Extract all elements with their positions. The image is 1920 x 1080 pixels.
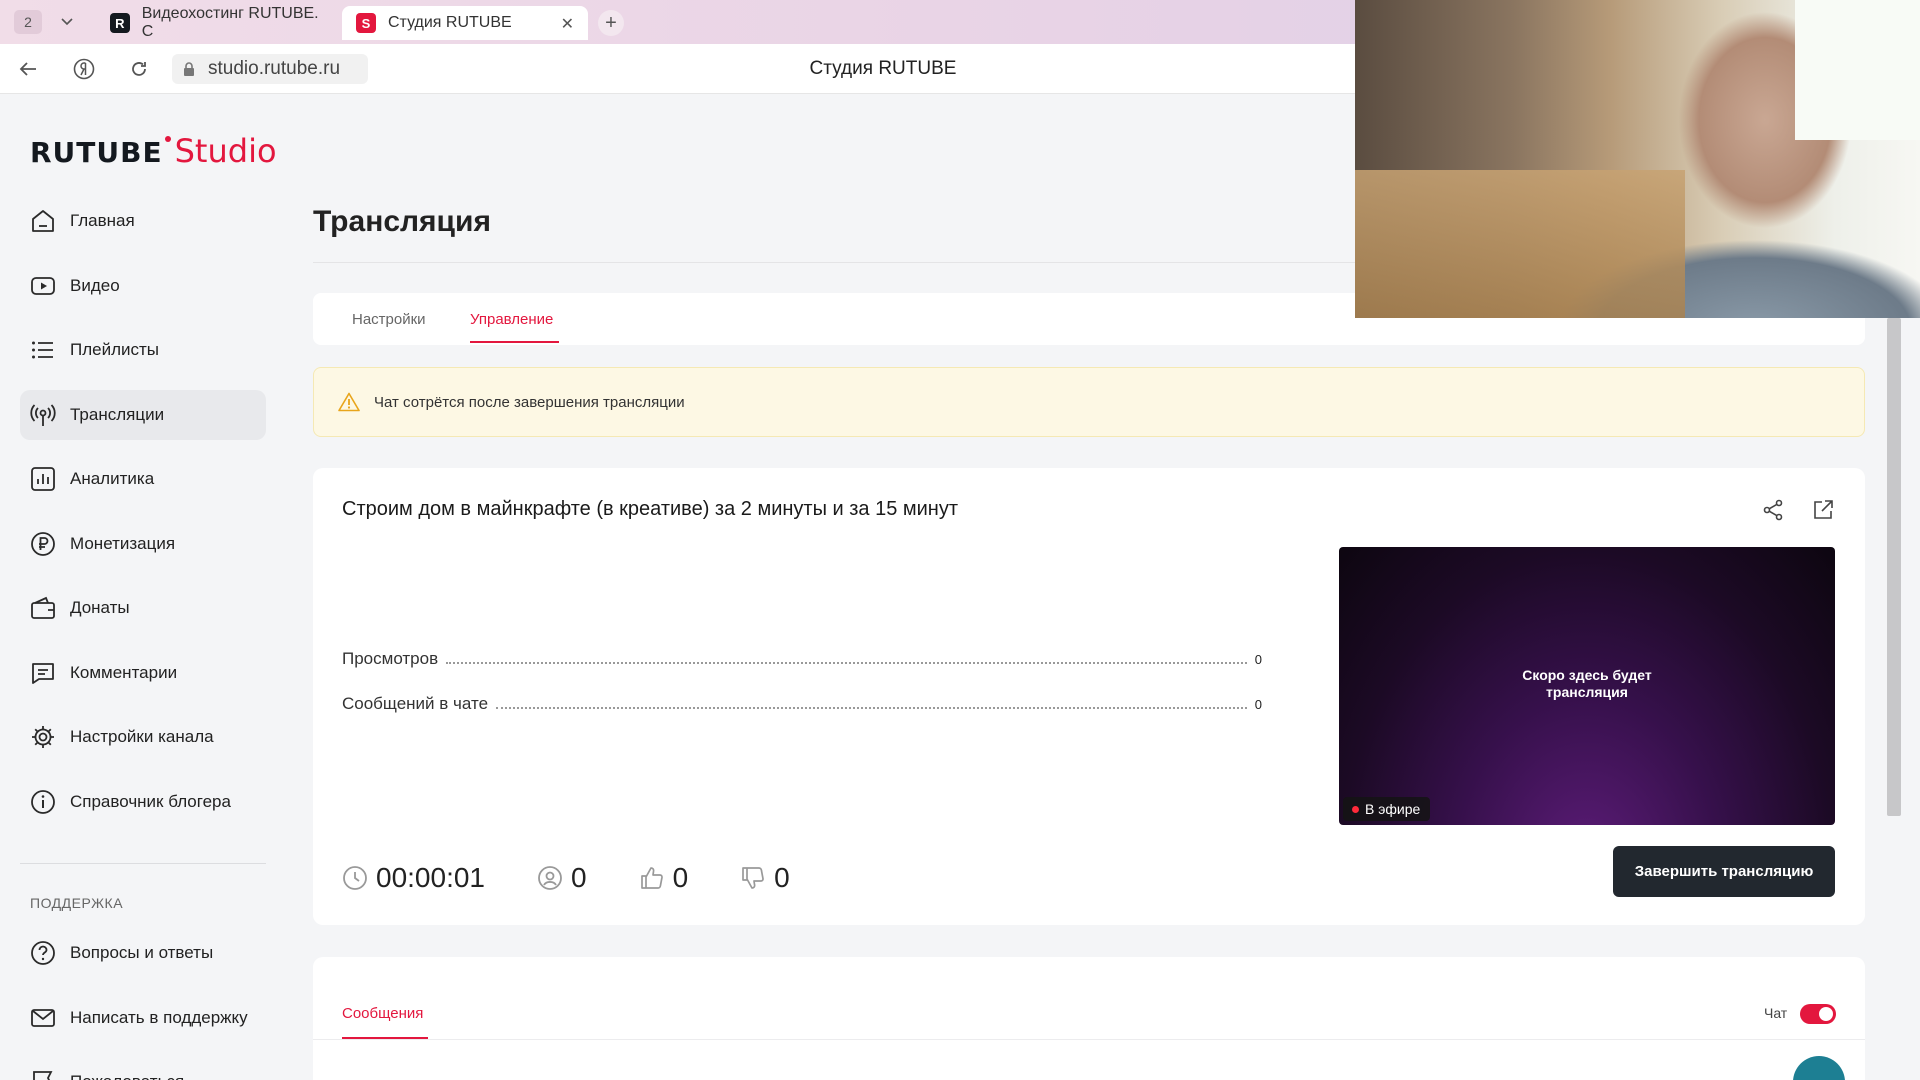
sidebar-item-label: Комментарии: [70, 662, 178, 682]
close-icon[interactable]: ✕: [561, 14, 574, 34]
sidebar-item-label: Трансляции: [70, 404, 165, 424]
tab-settings[interactable]: Настройки: [352, 311, 426, 328]
info-icon: [30, 789, 56, 815]
sidebar-item-home[interactable]: Главная: [20, 196, 266, 246]
studio-favicon-icon: S: [356, 13, 376, 33]
chat-toggle-label: Чат: [1764, 1005, 1788, 1021]
playlist-icon: [30, 337, 56, 363]
tab-label: Видеохостинг RUTUBE. С: [141, 5, 319, 40]
broadcast-icon: [30, 402, 56, 428]
webcam-overlay: [1355, 0, 1920, 318]
sidebar-item-label: Главная: [70, 211, 135, 230]
stat-value: 0: [1254, 652, 1262, 667]
question-icon: [30, 940, 56, 966]
sidebar-nav: Главная Видео Плейлисты Трансляции Анали…: [20, 196, 266, 841]
likes-counter: 0: [639, 862, 688, 894]
stream-title: Строим дом в майнкрафте (в креативе) за …: [342, 498, 959, 520]
sidebar-item-channel-settings[interactable]: Настройки канала: [20, 712, 266, 762]
logo-dot: [164, 136, 171, 142]
rutube-studio-logo[interactable]: RUTUBE Studio: [30, 132, 277, 170]
share-icon[interactable]: [1761, 498, 1785, 527]
gear-icon: [30, 724, 56, 750]
tab-label: Студия RUTUBE: [388, 14, 512, 31]
sidebar-item-label: Плейлисты: [70, 340, 160, 359]
thumbs-up-icon: [639, 865, 665, 891]
page-title: Трансляция: [313, 205, 491, 238]
tab-messages[interactable]: Сообщения: [342, 1005, 423, 1022]
duration-counter: 00:00:01: [342, 862, 485, 894]
chat-warning-alert: Чат сотрётся после завершения трансляции: [313, 367, 1865, 437]
stat-chat-messages: Сообщений в чате 0: [342, 694, 1262, 714]
mail-icon: [30, 1005, 56, 1031]
flag-icon: [30, 1069, 56, 1080]
sidebar-item-broadcasts[interactable]: Трансляции: [20, 389, 266, 440]
comment-icon: [30, 660, 56, 686]
sidebar-item-comments[interactable]: Комментарии: [20, 648, 266, 698]
sidebar-item-label: Видео: [70, 275, 120, 295]
logo-part-rutube: RUTUBE: [30, 136, 163, 169]
sidebar-item-faq[interactable]: Вопросы и ответы: [20, 928, 266, 978]
support-heading: ПОДДЕРЖКА: [30, 895, 124, 911]
stream-preview[interactable]: Скоро здесь будет трансляция В эфире: [1339, 547, 1835, 825]
stat-views: Просмотров 0: [342, 649, 1262, 669]
sidebar-item-write-support[interactable]: Написать в поддержку: [20, 993, 266, 1043]
live-dot-icon: [1352, 806, 1359, 813]
analytics-icon: [30, 466, 56, 492]
chevron-down-icon[interactable]: [54, 10, 80, 34]
live-counters: 00:00:01 0 0 0: [342, 862, 842, 894]
warning-icon: [338, 392, 360, 412]
webcam-window-light: [1795, 0, 1920, 140]
sidebar-item-playlists[interactable]: Плейлисты: [20, 325, 266, 375]
external-link-icon[interactable]: [1811, 498, 1835, 527]
live-badge: В эфире: [1343, 797, 1431, 821]
viewer-icon: [537, 865, 563, 891]
stream-card: Строим дом в майнкрафте (в креативе) за …: [313, 468, 1865, 925]
webcam-background: [1355, 170, 1685, 318]
sidebar-item-label: Аналитика: [70, 469, 155, 488]
sidebar-item-analytics[interactable]: Аналитика: [20, 454, 266, 504]
browser-tab-rutube[interactable]: R Видеохостинг RUTUBE. С: [100, 5, 332, 40]
tab-count-badge[interactable]: 2: [14, 10, 42, 34]
preview-placeholder: Скоро здесь будет трансляция: [1522, 667, 1652, 700]
video-icon: [30, 273, 56, 299]
tab-management[interactable]: Управление: [470, 311, 553, 328]
ruble-icon: [30, 531, 56, 557]
sidebar-item-label: Монетизация: [70, 533, 176, 553]
sidebar-item-label: Пожаловаться: [70, 1072, 184, 1080]
sidebar-item-label: Донаты: [70, 598, 130, 617]
chat-divider: [313, 1039, 1865, 1040]
alert-text: Чат сотрётся после завершения трансляции: [374, 393, 685, 411]
sidebar-item-donations[interactable]: Донаты: [20, 583, 266, 633]
new-tab-button[interactable]: +: [598, 10, 624, 36]
stat-label: Просмотров: [342, 649, 439, 668]
sidebar-item-label: Написать в поддержку: [70, 1007, 248, 1027]
sidebar-item-label: Вопросы и ответы: [70, 943, 214, 962]
rutube-favicon-icon: R: [110, 13, 130, 33]
sidebar-item-monetization[interactable]: Монетизация: [20, 519, 266, 569]
chat-card: Сообщения Чат: [313, 957, 1865, 1080]
sidebar-divider: [20, 863, 266, 864]
clock-icon: [342, 865, 368, 891]
scrollbar[interactable]: [1887, 318, 1901, 816]
stat-label: Сообщений в чате: [342, 694, 489, 713]
end-stream-button[interactable]: Завершить трансляцию: [1613, 846, 1835, 897]
wallet-icon: [30, 595, 56, 621]
dislikes-counter: 0: [740, 862, 790, 894]
thumbs-down-icon: [740, 865, 766, 891]
browser-tab-studio[interactable]: S Студия RUTUBE ✕: [342, 6, 588, 40]
sidebar-item-video[interactable]: Видео: [20, 261, 266, 311]
viewers-counter: 0: [537, 862, 587, 894]
chat-toggle[interactable]: [1800, 1004, 1836, 1024]
sidebar-item-report[interactable]: Пожаловаться: [20, 1057, 266, 1080]
sidebar-item-blogger-guide[interactable]: Справочник блогера: [20, 777, 266, 827]
sidebar-item-label: Настройки канала: [70, 727, 214, 746]
tab-underline: [470, 341, 559, 343]
home-icon: [30, 208, 56, 234]
logo-part-studio: Studio: [174, 132, 277, 170]
sidebar-item-label: Справочник блогера: [70, 791, 231, 811]
stat-value: 0: [1254, 697, 1262, 712]
support-nav: Вопросы и ответы Написать в поддержку По…: [20, 928, 266, 1080]
